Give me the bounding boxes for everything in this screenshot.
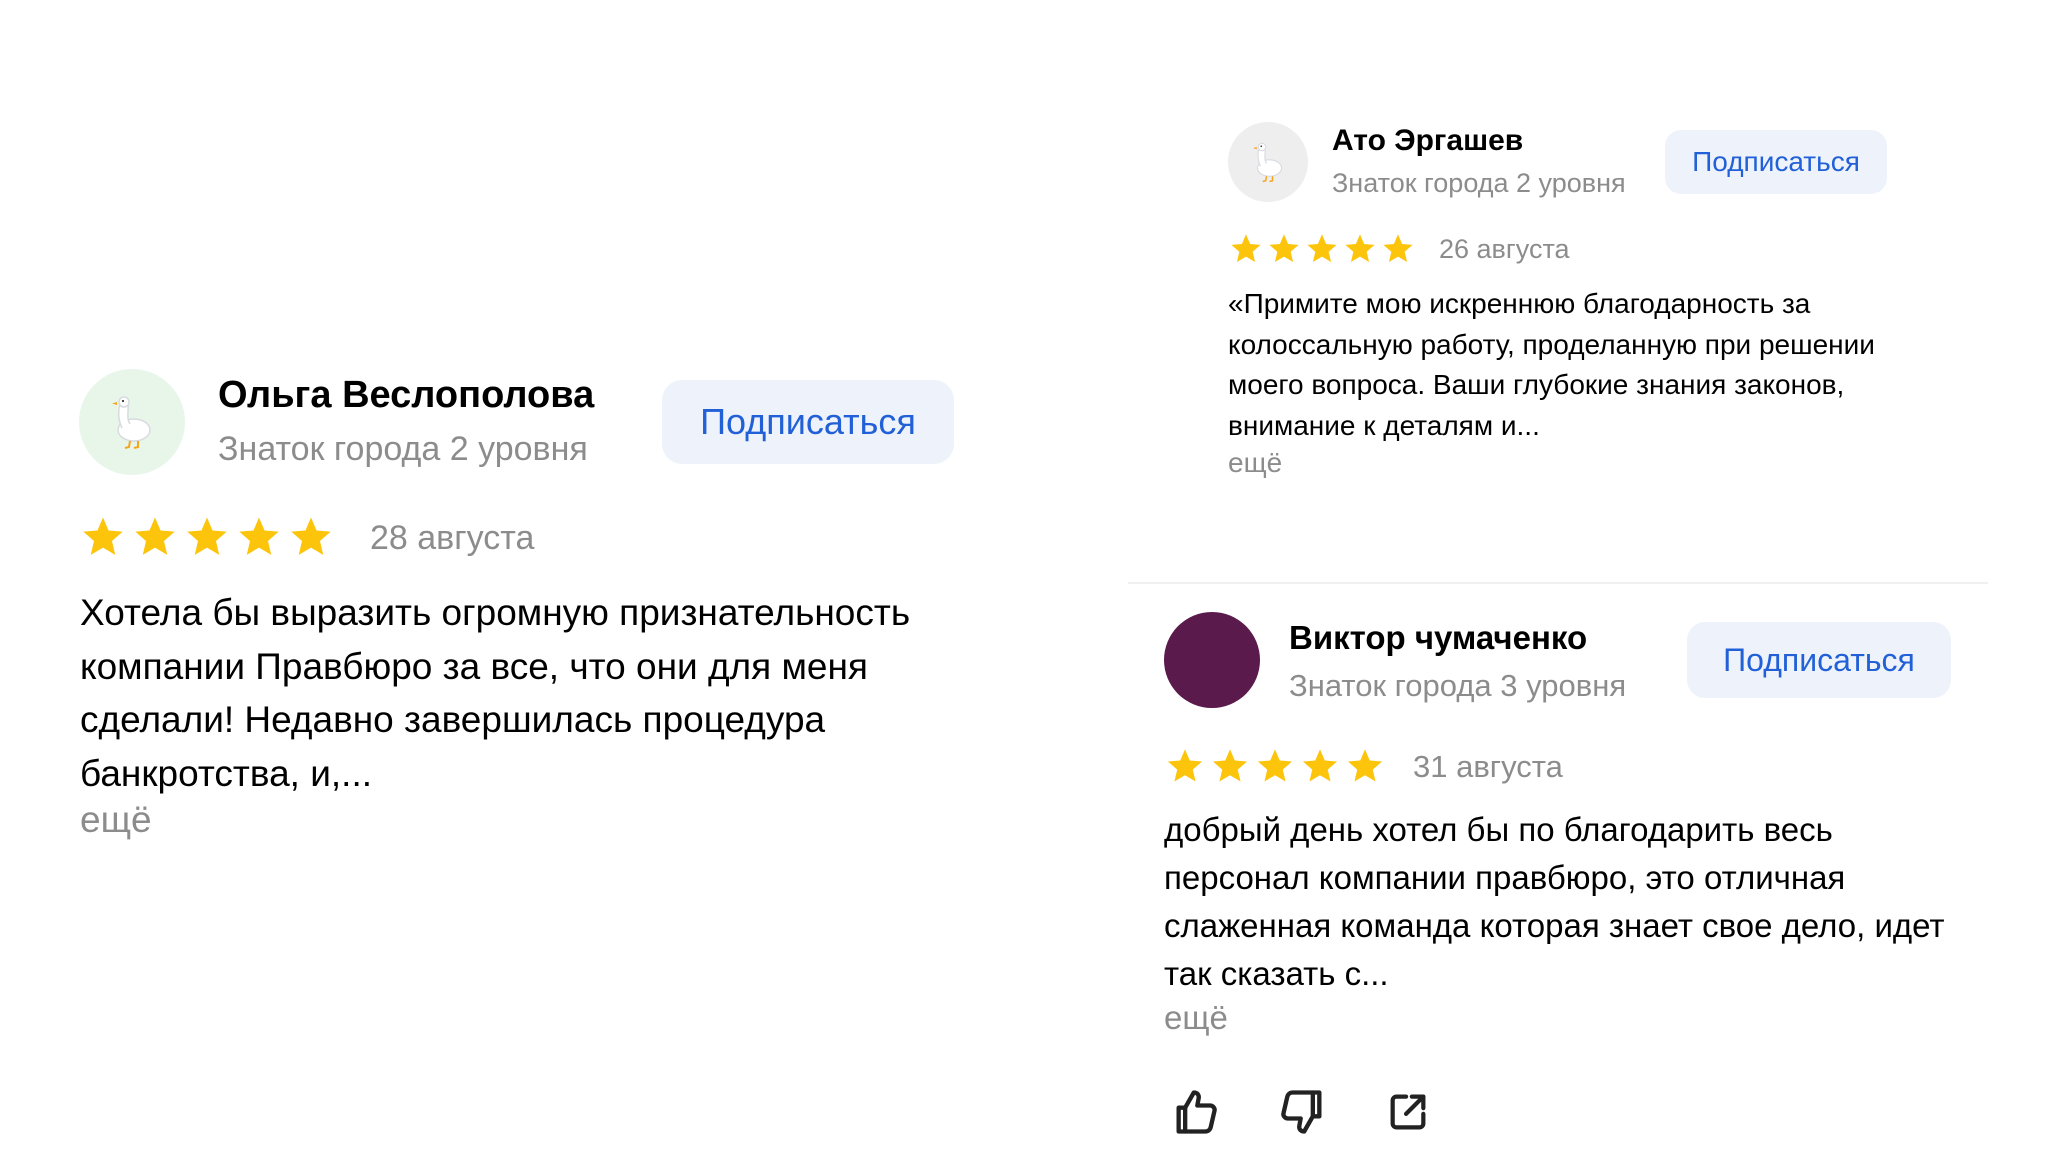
thumbs-up-icon xyxy=(1176,1090,1217,1134)
more-link[interactable]: ещё xyxy=(1228,447,1282,479)
review-text: добрый день хотел бы по благодарить весь… xyxy=(1164,811,1945,992)
review-text: «Примите мою искреннюю благодарность за … xyxy=(1228,288,1875,441)
star-icon xyxy=(1231,234,1261,262)
avatar[interactable] xyxy=(79,369,185,475)
star-icon xyxy=(1167,749,1203,782)
thumbs-down-icon xyxy=(1281,1090,1322,1134)
star-icon xyxy=(135,517,175,555)
author-name[interactable]: Ольга Веслополова xyxy=(218,374,594,417)
review-date: 31 августа xyxy=(1413,749,1563,784)
star-icon xyxy=(1269,234,1299,262)
subscribe-button[interactable]: Подписаться xyxy=(1687,622,1951,698)
author-badge: Знаток города 3 уровня xyxy=(1289,668,1627,703)
review-text: Хотела бы выразить огромную признательно… xyxy=(80,592,911,794)
author-badge: Знаток города 2 уровня xyxy=(218,430,588,468)
avatar[interactable] xyxy=(1164,612,1260,708)
star-icon xyxy=(83,517,123,555)
goose-icon xyxy=(112,396,151,449)
subscribe-button[interactable]: Подписаться xyxy=(1665,130,1887,194)
star-icon xyxy=(1212,749,1248,782)
avatar[interactable] xyxy=(1228,122,1308,202)
review-actions xyxy=(1168,1084,1486,1140)
star-icon xyxy=(1345,234,1375,262)
more-link[interactable]: ещё xyxy=(80,799,152,841)
dislike-button[interactable] xyxy=(1274,1084,1330,1140)
like-button[interactable] xyxy=(1168,1084,1224,1140)
review-meta: 28 августа xyxy=(80,516,534,560)
author-name[interactable]: Ато Эргашев xyxy=(1332,124,1523,158)
divider xyxy=(1128,582,1988,584)
star-icon xyxy=(291,517,331,555)
author-badge: Знаток города 2 уровня xyxy=(1332,168,1626,198)
share-button[interactable] xyxy=(1380,1084,1436,1140)
review-date: 26 августа xyxy=(1439,234,1570,264)
star-icon xyxy=(1302,749,1338,782)
goose-icon xyxy=(1253,142,1283,183)
star-icon xyxy=(187,517,227,555)
review-meta: 26 августа xyxy=(1229,233,1570,266)
star-icon xyxy=(1383,234,1413,262)
star-rating xyxy=(80,516,334,560)
more-link[interactable]: ещё xyxy=(1164,999,1228,1037)
author-name[interactable]: Виктор чумаченко xyxy=(1289,619,1587,657)
star-rating xyxy=(1229,233,1415,266)
star-icon xyxy=(1307,234,1337,262)
share-icon xyxy=(1390,1094,1426,1130)
star-icon xyxy=(239,517,279,555)
subscribe-button[interactable]: Подписаться xyxy=(662,380,954,464)
review-meta: 31 августа xyxy=(1165,748,1563,786)
review-date: 28 августа xyxy=(370,518,535,557)
star-icon xyxy=(1347,749,1383,782)
star-icon xyxy=(1257,749,1293,782)
star-rating xyxy=(1165,748,1385,786)
